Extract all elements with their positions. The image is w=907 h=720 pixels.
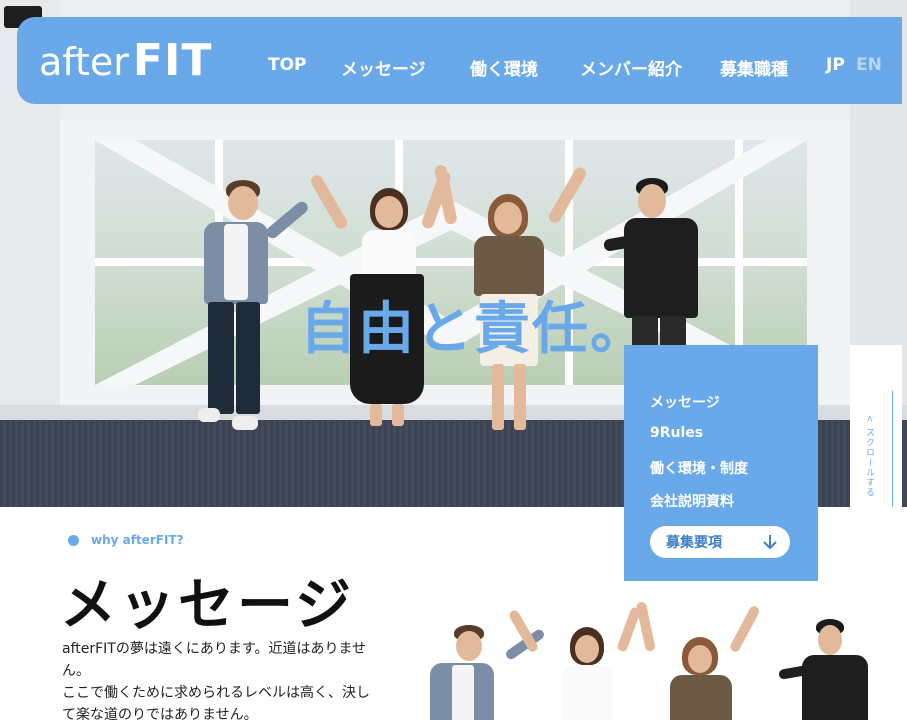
team-photo bbox=[420, 597, 907, 720]
team-person-1 bbox=[426, 625, 546, 720]
side-link-company-doc[interactable]: 会社説明資料 bbox=[650, 491, 734, 511]
eyebrow-label: why afterFIT? bbox=[91, 533, 184, 547]
team-person-2 bbox=[507, 605, 642, 720]
message-line: ん。 bbox=[62, 663, 90, 679]
side-link-9rules[interactable]: 9Rules bbox=[650, 425, 703, 441]
recruit-button-label: 募集要項 bbox=[666, 535, 722, 551]
scroll-line bbox=[892, 391, 893, 507]
message-line: ここで働くために求められるレベルは高く、決し bbox=[62, 685, 370, 701]
hero-catch-copy: 自由と責任。 bbox=[300, 297, 648, 362]
section-title: メッセージ bbox=[60, 573, 354, 638]
nav-item-environment[interactable]: 働く環境 bbox=[470, 55, 538, 80]
afterfit-logo[interactable]: after FIT bbox=[39, 35, 213, 86]
nav-item-positions[interactable]: 募集職種 bbox=[720, 55, 788, 80]
person-1 bbox=[196, 180, 311, 430]
team-person-4 bbox=[778, 619, 880, 720]
eyebrow-dot-icon bbox=[68, 534, 79, 546]
logo-fit-text: FIT bbox=[132, 35, 213, 86]
nav-item-top[interactable]: TOP bbox=[268, 55, 307, 75]
side-link-environment[interactable]: 働く環境・制度 bbox=[650, 458, 748, 478]
side-menu-panel: メッセージ 9Rules 働く環境・制度 会社説明資料 募集要項 bbox=[624, 345, 818, 581]
team-person-3 bbox=[635, 601, 761, 720]
section-eyebrow: why afterFIT? bbox=[68, 533, 184, 547]
site-header: after FIT TOP メッセージ 働く環境 メンバー紹介 募集職種 JP … bbox=[17, 17, 902, 104]
arrow-down-icon bbox=[763, 535, 777, 550]
scroll-indicator[interactable]: < スクロールする bbox=[850, 345, 902, 507]
scroll-label: < スクロールする bbox=[864, 415, 874, 498]
recruit-button[interactable]: 募集要項 bbox=[650, 526, 790, 558]
nav-item-message[interactable]: メッセージ bbox=[341, 55, 426, 80]
message-body: afterFITの夢は遠くにあります。近道はありませ ん。 ここで働くために求め… bbox=[62, 638, 402, 720]
lang-en-link[interactable]: EN bbox=[856, 55, 882, 75]
nav-item-members[interactable]: メンバー紹介 bbox=[580, 55, 682, 80]
logo-after-text: after bbox=[39, 40, 129, 84]
side-link-message[interactable]: メッセージ bbox=[650, 392, 720, 412]
lang-jp-link[interactable]: JP bbox=[826, 55, 845, 75]
message-line: て楽な道のりではありません。 bbox=[62, 707, 258, 720]
message-line: afterFITの夢は遠くにあります。近道はありませ bbox=[62, 641, 367, 657]
